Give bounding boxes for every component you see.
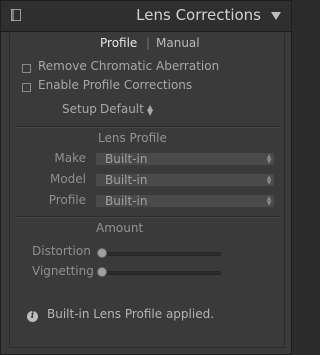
profile-label: Profile bbox=[48, 193, 86, 207]
distortion-slider[interactable] bbox=[97, 248, 221, 258]
tab-bar: Profile | Manual bbox=[10, 33, 284, 55]
distortion-label: Distortion bbox=[32, 244, 91, 258]
vignetting-label: Vignetting bbox=[32, 264, 94, 278]
profile-select[interactable]: Built-in ▲ ▼ bbox=[95, 194, 275, 208]
panel-menu-icon[interactable] bbox=[271, 12, 281, 20]
lens-corrections-panel: Lens Corrections Profile | Manual Remove… bbox=[0, 0, 292, 355]
collapse-icon[interactable] bbox=[11, 9, 21, 21]
tab-separator: | bbox=[146, 36, 151, 50]
setup-value: Default bbox=[100, 102, 144, 116]
section-divider bbox=[16, 126, 280, 128]
checkbox-box[interactable] bbox=[22, 64, 31, 73]
profile-value: Built-in bbox=[105, 194, 148, 208]
model-label: Model bbox=[49, 172, 86, 186]
tab-manual[interactable]: Manual bbox=[156, 36, 200, 50]
make-value: Built-in bbox=[105, 152, 148, 166]
tab-profile[interactable]: Profile bbox=[100, 36, 137, 50]
lens-profile-title: Lens Profile bbox=[98, 131, 167, 145]
updown-icon: ▲ ▼ bbox=[147, 103, 154, 117]
model-value: Built-in bbox=[105, 173, 148, 187]
checkbox-label: Remove Chromatic Aberration bbox=[38, 59, 220, 73]
make-label: Make bbox=[54, 151, 86, 165]
make-select[interactable]: Built-in ▲ ▼ bbox=[95, 152, 275, 166]
vignetting-slider-knob[interactable] bbox=[97, 267, 107, 277]
vignetting-slider[interactable] bbox=[97, 267, 221, 277]
model-select[interactable]: Built-in ▲ ▼ bbox=[95, 173, 275, 187]
checkbox-label: Enable Profile Corrections bbox=[38, 78, 193, 92]
setup-label: Setup bbox=[62, 102, 97, 116]
amount-title: Amount bbox=[96, 221, 144, 235]
updown-icon: ▲ ▼ bbox=[266, 153, 272, 165]
panel-header[interactable]: Lens Corrections bbox=[1, 1, 291, 32]
section-divider bbox=[16, 216, 280, 218]
panel-body: Profile | Manual Remove Chromatic Aberra… bbox=[9, 33, 285, 348]
updown-icon: ▲ ▼ bbox=[266, 174, 272, 186]
panel-title: Lens Corrections bbox=[136, 6, 261, 24]
checkbox-box[interactable] bbox=[22, 83, 31, 92]
distortion-slider-knob[interactable] bbox=[97, 248, 107, 258]
updown-icon: ▲ ▼ bbox=[266, 195, 272, 207]
info-message: Built-in Lens Profile applied. bbox=[47, 307, 215, 321]
info-icon: i bbox=[27, 311, 38, 322]
